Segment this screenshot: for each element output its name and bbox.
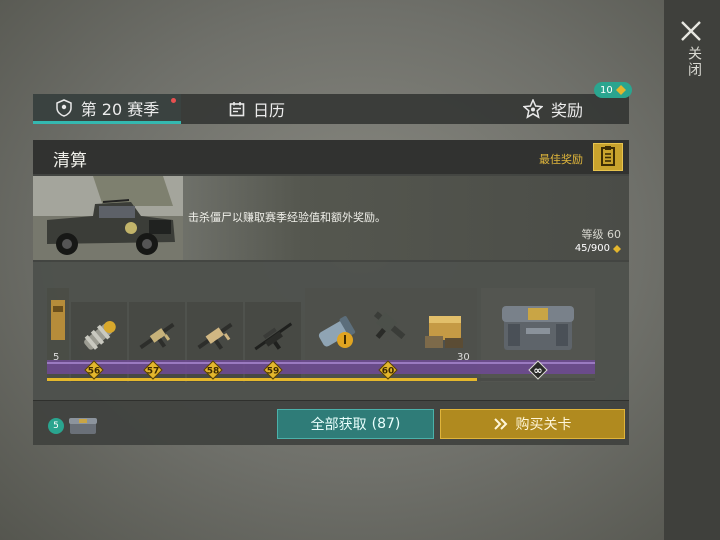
reward-slot-57[interactable]: [129, 302, 185, 382]
sniper-rifle-icon: [254, 322, 293, 351]
calendar-icon: [229, 102, 245, 117]
reward-slot-60[interactable]: 30: [305, 288, 477, 382]
panel-header: 清算 最佳奖励: [33, 140, 629, 174]
token-icon: [615, 85, 626, 95]
season-description: 击杀僵尸以赚取赛季经验值和额外奖励。: [188, 211, 386, 224]
season-banner: 击杀僵尸以赚取赛季经验值和额外奖励。 等级 60 45/900: [33, 176, 629, 260]
claim-all-label: 全部获取: [310, 417, 367, 433]
close-button[interactable]: 关闭: [676, 20, 708, 90]
tab-bar: 第 20 赛季 日历 奖励: [33, 94, 629, 124]
rewards-count-badge: 10: [594, 82, 632, 98]
season-shield-icon: [55, 98, 72, 117]
steel-chest-icon: [502, 306, 574, 350]
close-label: 关闭: [686, 46, 702, 78]
bundle-count: 30: [457, 352, 470, 363]
rewards-star-icon: [523, 99, 543, 119]
machine-gun-icon: [373, 311, 406, 340]
tab-calendar-label: 日历: [253, 101, 286, 120]
tab-rewards-label: 奖励: [551, 101, 584, 120]
reward-track[interactable]: 5 30 56 57 58 59 60 ∞: [33, 262, 629, 400]
xp-value: 45/900: [574, 243, 610, 254]
best-rewards-button[interactable]: [593, 143, 623, 171]
tab-season-label: 第 20 赛季: [80, 99, 160, 119]
grenade-launcher-icon: [84, 321, 116, 350]
rifle-icon: [139, 322, 175, 350]
best-rewards-label: 最佳奖励: [539, 153, 583, 166]
crate-count-badge: 5: [48, 418, 64, 434]
buy-pass-label: 购买关卡: [515, 417, 572, 433]
footer-divider: [33, 400, 629, 401]
tab-calendar[interactable]: 日历: [229, 94, 285, 124]
reward-slot-59[interactable]: [245, 302, 301, 382]
partial-count: 5: [53, 352, 60, 363]
panel-title: 清算: [53, 151, 87, 171]
supply-crate-icon: [51, 300, 65, 340]
reward-slot-partial[interactable]: 5: [47, 288, 69, 382]
buy-pass-button[interactable]: 购买关卡: [440, 409, 625, 439]
supply-bundle-icon: [425, 316, 463, 348]
notification-dot: [171, 98, 176, 103]
claim-all-button[interactable]: 全部获取 (87): [277, 409, 434, 439]
rewards-count: 10: [600, 84, 613, 96]
reward-slot-infinite[interactable]: [481, 288, 595, 382]
xp-diamond-icon: [613, 244, 621, 253]
double-chevron-right-icon: [493, 418, 507, 430]
tab-rewards[interactable]: 奖励: [523, 94, 583, 124]
assault-rifle-icon: [197, 322, 233, 350]
clipboard-icon: [601, 146, 615, 166]
xp-progress-text: 45/900: [575, 243, 621, 254]
ammo-canister-icon: [318, 316, 356, 348]
close-icon: [681, 21, 701, 41]
tab-season[interactable]: 第 20 赛季: [33, 94, 181, 124]
reward-slot-58[interactable]: [187, 302, 243, 382]
crate-icon[interactable]: [68, 417, 98, 435]
claim-all-count: (87): [371, 416, 401, 432]
reward-slot-56[interactable]: [71, 302, 127, 382]
armored-truck-image: [33, 176, 183, 260]
level-label: 等级 60: [581, 228, 622, 241]
